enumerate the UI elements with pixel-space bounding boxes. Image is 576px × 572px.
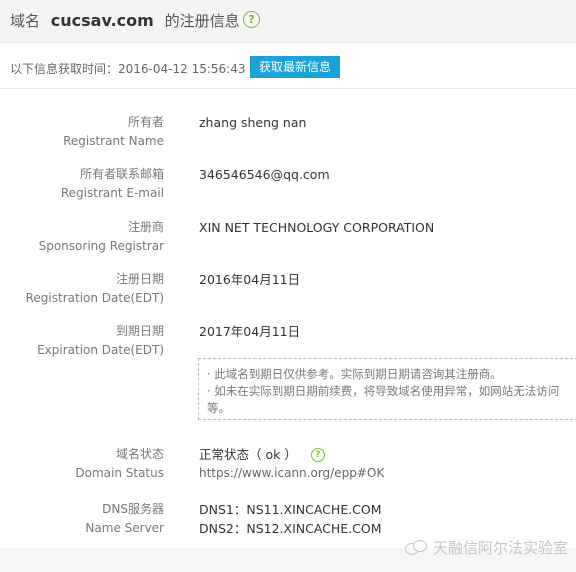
label-en: Registrant Name [63, 134, 164, 148]
label-en: Sponsoring Registrar [38, 239, 164, 253]
label-en: Expiration Date(EDT) [37, 343, 164, 357]
label-cn: 所有者 [127, 115, 164, 129]
field-label: DNS服务器 Name Server [85, 500, 164, 538]
label-cn: DNS服务器 [102, 502, 164, 516]
note-line: 等。 [207, 401, 230, 415]
fetch-bar: 以下信息获取时间：2016-04-12 15:56:43 获取最新信息 [0, 48, 576, 89]
label-en: Registrant E-mail [60, 186, 164, 200]
fetch-label-text: 以下信息获取时间： [10, 62, 119, 76]
page-title: 域名 cucsav.com 的注册信息 [10, 10, 240, 31]
watermark-text: 天融信阿尔法实验室 [432, 539, 568, 557]
label-en: Name Server [85, 521, 164, 535]
note-line: · 如未在实际到期日期前续费，将导致域名使用异常，如网站无法访问 [207, 384, 560, 398]
wechat-icon [404, 539, 427, 556]
registrant-email-value: 346546546@qq.com [199, 167, 330, 182]
domain-status-value: 正常状态（ ok ） ? https://www.icann.org/epp#O… [199, 445, 384, 483]
field-label: 注册日期 Registration Date(EDT) [26, 270, 164, 308]
field-label: 注册商 Sponsoring Registrar [39, 218, 164, 256]
field-label: 域名状态 Domain Status [75, 445, 164, 483]
note-line: · 此域名到期日仅供参考。实际到期日期请咨询其注册商。 [207, 367, 502, 381]
label-en: Registration Date(EDT) [25, 291, 164, 305]
page-header: 域名 cucsav.com 的注册信息 ? [0, 0, 576, 43]
question-circle-icon[interactable]: ? [310, 447, 325, 462]
label-en: Domain Status [75, 466, 164, 480]
title-prefix: 域名 [10, 12, 41, 30]
field-label: 所有者 Registrant Name [63, 113, 164, 151]
label-cn: 注册商 [127, 220, 164, 234]
question-circle-icon[interactable]: ? [243, 11, 260, 28]
label-cn: 注册日期 [115, 272, 164, 286]
fetch-time-value: 2016-04-12 15:56:43 [118, 62, 246, 76]
watermark: 天融信阿尔法实验室 [404, 537, 568, 558]
status-url-link[interactable]: https://www.icann.org/epp#OK [199, 464, 384, 483]
label-cn: 到期日期 [115, 324, 164, 338]
registrar-value: XIN NET TECHNOLOGY CORPORATION [199, 220, 435, 235]
registration-date-value: 2016年04月11日 [199, 272, 301, 287]
expiration-note: · 此域名到期日仅供参考。实际到期日期请咨询其注册商。 · 如未在实际到期日期前… [198, 358, 576, 420]
dns1-value: DNS1：NS11.XINCACHE.COM [199, 502, 382, 517]
fetch-time-label: 以下信息获取时间：2016-04-12 15:56:43 [10, 60, 245, 77]
title-suffix: 的注册信息 [164, 12, 240, 30]
name-server-value: DNS1：NS11.XINCACHE.COM DNS2：NS12.XINCACH… [199, 500, 382, 538]
label-cn: 所有者联系邮箱 [79, 167, 164, 181]
expiration-date-value: 2017年04月11日 [199, 324, 301, 339]
fetch-latest-button[interactable]: 获取最新信息 [250, 56, 340, 78]
field-label: 到期日期 Expiration Date(EDT) [37, 322, 164, 360]
field-label: 所有者联系邮箱 Registrant E-mail [61, 165, 164, 203]
dns2-value: DNS2：NS12.XINCACHE.COM [199, 521, 382, 536]
registrant-name-value: zhang sheng nan [199, 115, 307, 130]
label-cn: 域名状态 [115, 447, 164, 461]
domain-name: cucsav.com [50, 11, 154, 30]
status-text: 正常状态（ ok ） [199, 447, 297, 462]
